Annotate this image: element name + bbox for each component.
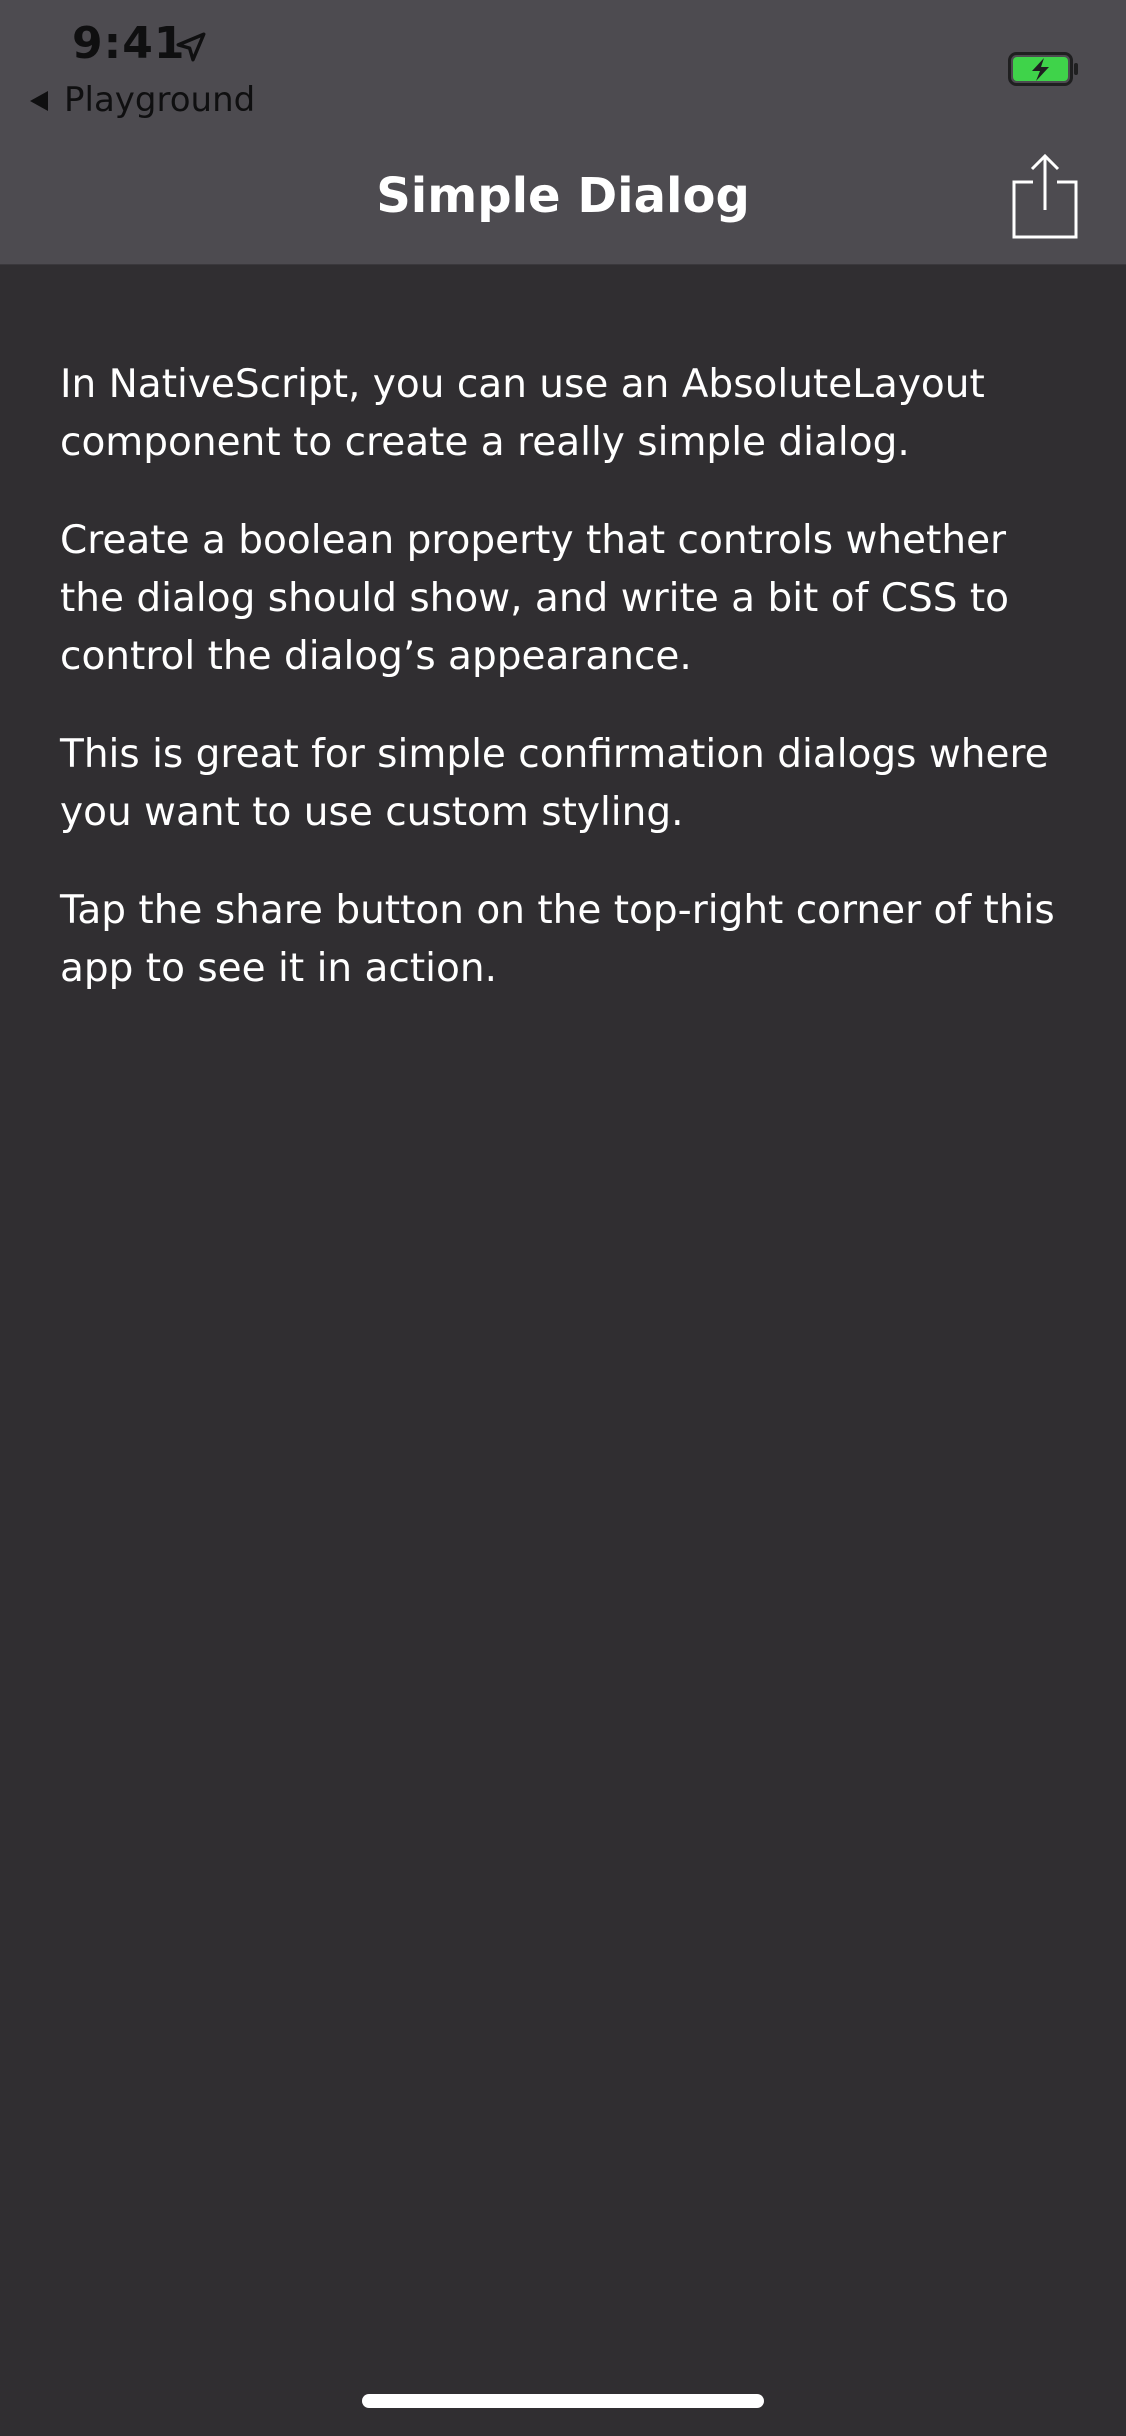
- share-icon: [1012, 153, 1078, 239]
- paragraph-1: In NativeScript, you can use an Absolute…: [60, 362, 985, 465]
- share-button[interactable]: [1010, 152, 1080, 240]
- battery-charging-icon: [1008, 52, 1078, 86]
- back-button[interactable]: Playground: [64, 80, 255, 120]
- description-text: In NativeScript, you can use an Absolute…: [60, 356, 1070, 1038]
- status-time: 9:41: [72, 18, 186, 69]
- home-indicator[interactable]: [362, 2394, 764, 2408]
- nav-title: Simple Dialog: [376, 168, 750, 224]
- top-bar: 9:41 Playground Simple Dialog: [0, 0, 1126, 265]
- location-arrow-icon: [176, 32, 206, 62]
- paragraph-3: This is great for simple confirmation di…: [60, 732, 1049, 835]
- screen: 9:41 Playground Simple Dialog In NativeS…: [0, 0, 1126, 2436]
- paragraph-2: Create a boolean property that controls …: [60, 518, 1010, 679]
- back-arrow-icon[interactable]: [28, 89, 50, 113]
- paragraph-4: Tap the share button on the top-right co…: [60, 888, 1055, 991]
